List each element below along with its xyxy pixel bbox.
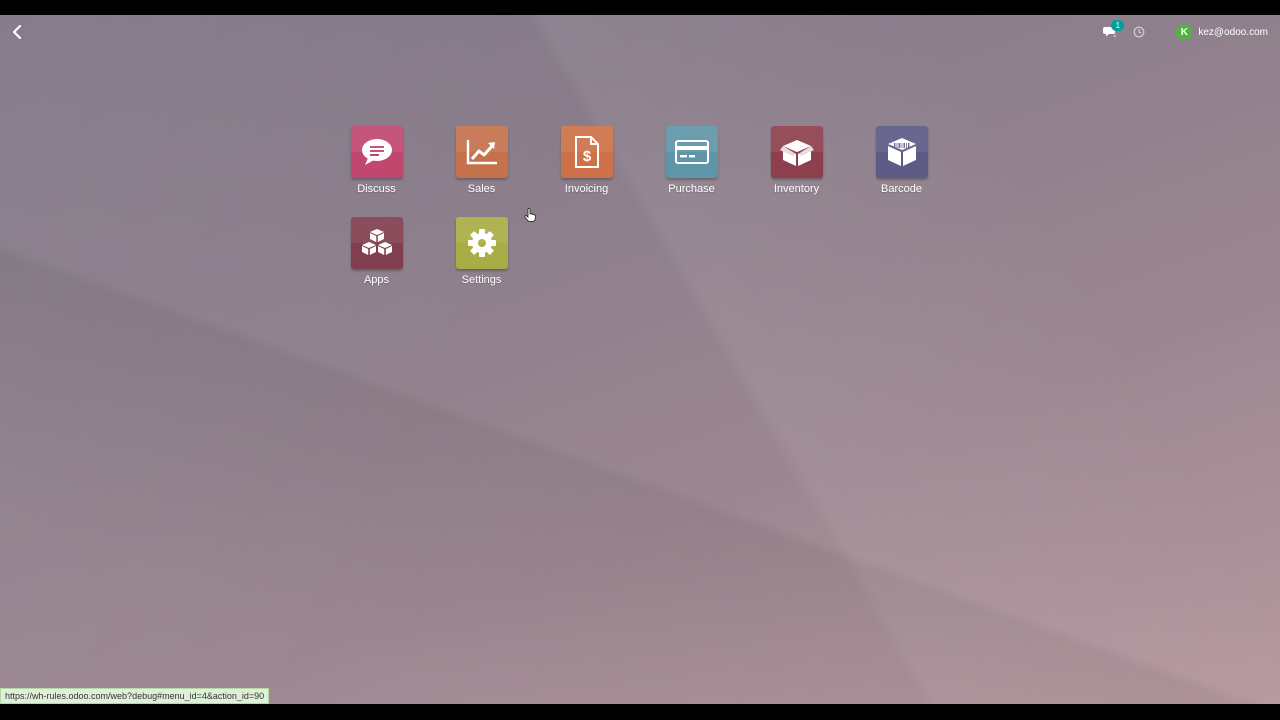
app-grid: Discuss Sales $ Invoicing Purchase Inven…: [324, 126, 964, 308]
box-icon: [779, 140, 814, 166]
app-label: Invoicing: [564, 183, 609, 195]
barcode-box-icon: [887, 138, 916, 166]
app-settings[interactable]: Settings: [429, 217, 534, 308]
app-apps[interactable]: Apps: [324, 217, 429, 308]
app-label: Barcode: [881, 183, 922, 195]
hand-pointer-icon: [524, 208, 536, 222]
back-button[interactable]: [6, 21, 28, 43]
app-label: Settings: [461, 274, 502, 286]
app-icon-tile: $: [560, 126, 613, 178]
user-menu[interactable]: K kez@odoo.com: [1176, 24, 1268, 40]
app-icon-tile: [350, 217, 403, 269]
chat-bubble-icon: [361, 139, 392, 165]
app-icon-tile: [350, 126, 403, 178]
app-label: Discuss: [357, 183, 396, 195]
app-label: Inventory: [773, 183, 820, 195]
messaging-menu-button[interactable]: 1: [1100, 20, 1125, 42]
credit-card-icon: [674, 140, 709, 164]
app-label: Sales: [467, 183, 496, 195]
user-email: kez@odoo.com: [1198, 26, 1268, 38]
home-menu-screen: 1 K kez@odoo.com Discuss Sales $ Invoici…: [0, 15, 1280, 704]
app-sales[interactable]: Sales: [429, 126, 534, 217]
unread-count-badge: 1: [1111, 20, 1125, 31]
app-icon-tile: [770, 126, 823, 178]
systray: 1 K kez@odoo.com: [1100, 20, 1268, 43]
app-purchase[interactable]: Purchase: [639, 126, 744, 217]
letterbox-bottom: [0, 704, 1280, 720]
app-invoicing[interactable]: $ Invoicing: [534, 126, 639, 217]
trend-chart-icon: [466, 140, 497, 165]
cubes-icon: [361, 229, 392, 255]
gear-icon: [467, 229, 496, 257]
avatar: K: [1176, 24, 1193, 40]
activity-menu-button[interactable]: [1130, 23, 1148, 41]
app-inventory[interactable]: Inventory: [744, 126, 849, 217]
app-icon-tile: [455, 217, 508, 269]
app-icon-tile: [665, 126, 718, 178]
clock-icon: [1133, 26, 1145, 38]
invoice-dollar-icon: $: [574, 136, 599, 168]
app-barcode[interactable]: Barcode: [849, 126, 954, 217]
svg-text:$: $: [582, 148, 591, 165]
letterbox-top: [0, 0, 1280, 15]
chevron-left-icon: [12, 25, 22, 39]
app-icon-tile: [875, 126, 928, 178]
app-discuss[interactable]: Discuss: [324, 126, 429, 217]
app-label: Apps: [363, 274, 390, 286]
app-icon-tile: [455, 126, 508, 178]
app-label: Purchase: [668, 183, 715, 195]
status-bar-url: https://wh-rules.odoo.com/web?debug#menu…: [0, 688, 270, 704]
